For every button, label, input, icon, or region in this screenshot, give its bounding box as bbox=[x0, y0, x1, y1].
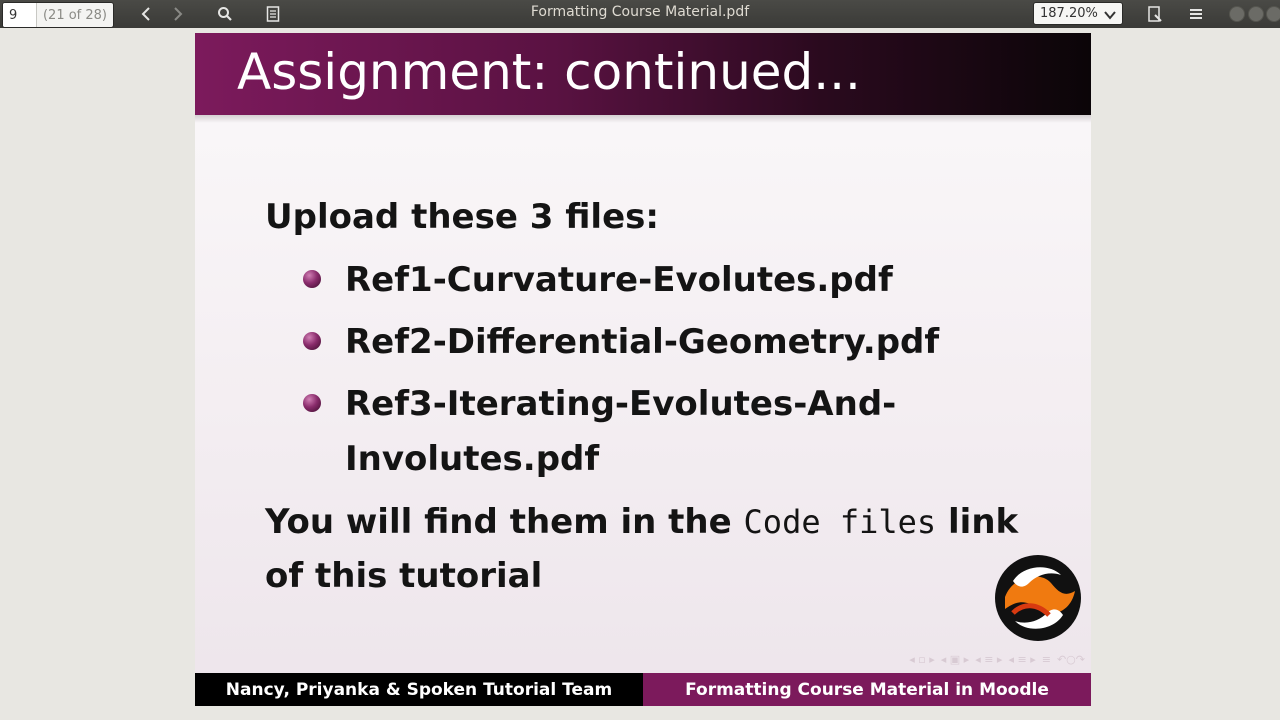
bullet-icon bbox=[303, 270, 321, 288]
file-name: Ref3-Iterating-Evolutes-And-Involutes.pd… bbox=[345, 384, 897, 479]
footer-title: Formatting Course Material in Moodle bbox=[643, 673, 1091, 706]
nav-chapter-icon[interactable]: ◂ ≡ ▸ bbox=[1008, 653, 1035, 666]
footer-authors: Nancy, Priyanka & Spoken Tutorial Team bbox=[195, 673, 643, 706]
pdf-page: Assignment: continued... Upload these 3 … bbox=[195, 33, 1091, 706]
search-icon bbox=[218, 7, 232, 21]
page-number-input[interactable]: 9 bbox=[3, 3, 37, 27]
close-button[interactable] bbox=[1266, 6, 1280, 22]
header-shadow bbox=[195, 115, 1091, 123]
code-files-text: Code files bbox=[743, 503, 937, 541]
chevron-down-icon bbox=[1104, 5, 1116, 25]
annotate-icon bbox=[1148, 6, 1162, 22]
viewer-toolbar: 9 (21 of 28) Formatting Course Material.… bbox=[0, 0, 1280, 28]
nav-subsection-icon[interactable]: ◂ ▣ ▸ bbox=[941, 653, 969, 666]
list-item: Ref3-Iterating-Evolutes-And-Involutes.pd… bbox=[303, 377, 905, 487]
slide-header-bar: Assignment: continued... bbox=[195, 33, 1091, 115]
list-item: Ref2-Differential-Geometry.pdf bbox=[303, 315, 965, 370]
file-name: Ref1-Curvature-Evolutes.pdf bbox=[345, 260, 893, 300]
minimize-button[interactable] bbox=[1229, 6, 1245, 22]
document-icon bbox=[266, 6, 280, 22]
page-selector: 9 (21 of 28) bbox=[2, 2, 114, 28]
bullet-icon bbox=[303, 332, 321, 350]
spoken-tutorial-logo bbox=[995, 555, 1081, 641]
nav-search-icon[interactable]: ↶○↷ bbox=[1057, 653, 1085, 666]
hamburger-menu-icon bbox=[1190, 9, 1202, 19]
slide-title: Assignment: continued... bbox=[237, 43, 861, 101]
chevron-right-icon bbox=[174, 7, 183, 21]
next-page-button[interactable] bbox=[168, 4, 188, 24]
file-name: Ref2-Differential-Geometry.pdf bbox=[345, 322, 940, 362]
chevron-left-icon bbox=[141, 7, 150, 21]
sidebar-button[interactable] bbox=[263, 4, 283, 24]
list-item: Ref1-Curvature-Evolutes.pdf bbox=[303, 253, 965, 308]
maximize-button[interactable] bbox=[1248, 6, 1264, 22]
code-files-note: You will find them in the Code files lin… bbox=[265, 495, 1025, 603]
search-button[interactable] bbox=[215, 4, 235, 24]
zoom-value: 187.20% bbox=[1040, 6, 1098, 21]
beamer-navigation: ◂ ▫ ▸ ◂ ▣ ▸ ◂ ≡ ▸ ◂ ≡ ▸ ≡ ↶○↷ bbox=[775, 651, 1085, 667]
nav-section-icon[interactable]: ◂ ≡ ▸ bbox=[975, 653, 1002, 666]
nav-frame-icon[interactable]: ◂ ▫ ▸ bbox=[909, 653, 935, 666]
nav-align-icon[interactable]: ≡ bbox=[1042, 653, 1051, 666]
zoom-select[interactable]: 187.20% bbox=[1033, 2, 1123, 25]
menu-button[interactable] bbox=[1186, 4, 1206, 24]
note-text-start: You will find them in the bbox=[265, 502, 744, 542]
upload-instruction: Upload these 3 files: bbox=[265, 197, 659, 237]
annotations-button[interactable] bbox=[1145, 4, 1165, 24]
bullet-icon bbox=[303, 394, 321, 412]
previous-page-button[interactable] bbox=[136, 4, 156, 24]
document-title: Formatting Course Material.pdf bbox=[530, 4, 750, 20]
page-count-label: (21 of 28) bbox=[42, 7, 108, 23]
